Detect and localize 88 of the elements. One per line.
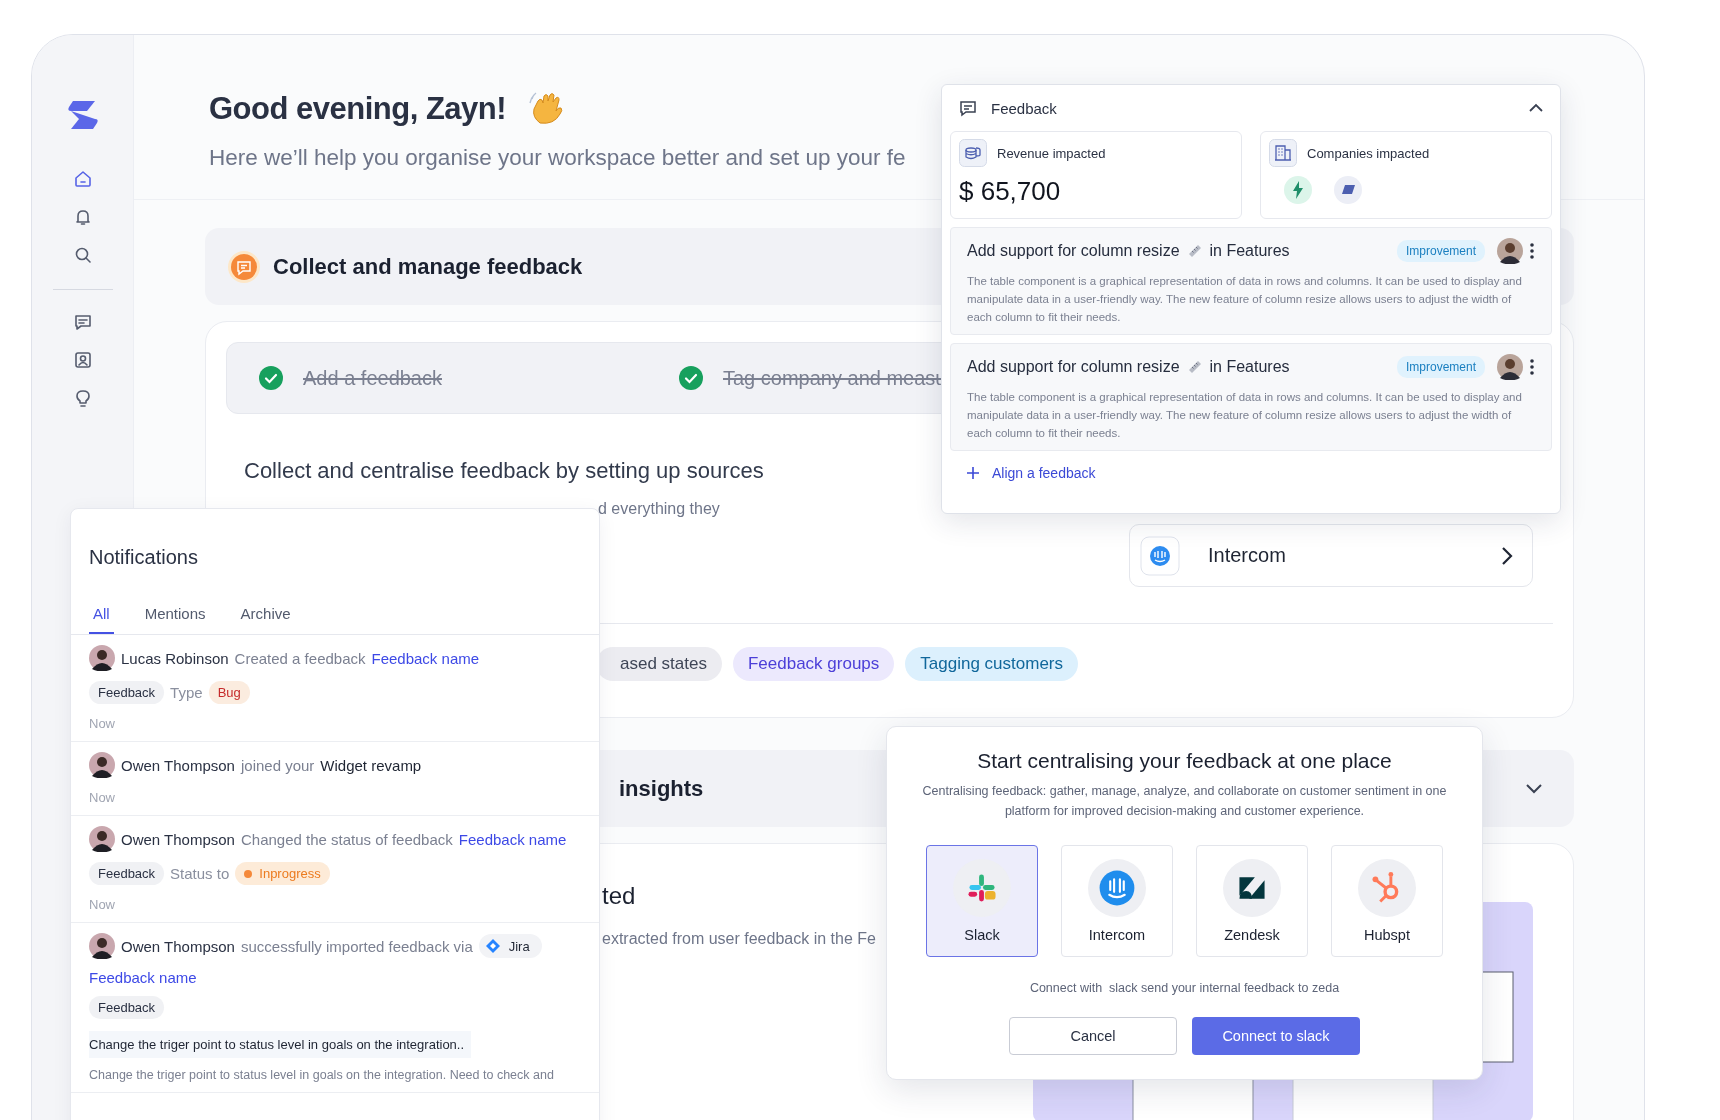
avatar-icon <box>1497 238 1523 264</box>
feedback-icon <box>227 249 261 284</box>
chevron-down-icon[interactable] <box>1524 782 1544 795</box>
tag: Feedback <box>89 681 165 704</box>
project-name: Widget revamp <box>320 756 422 774</box>
stat-label: Companies impacted <box>1307 145 1430 161</box>
topic-chip[interactable]: Feedback groups <box>732 647 895 681</box>
tag-caption: Status to <box>170 865 230 882</box>
notification-body: Change the triger point to status level in goals on the integration. Need to check and <box>89 1068 554 1082</box>
avatar-icon <box>89 752 115 778</box>
tag: Improvement <box>1396 356 1485 378</box>
feedback-link[interactable]: Feedback name <box>89 969 197 986</box>
add-feedback-button[interactable]: Align a feedback <box>966 465 1096 481</box>
notification-action: joined your <box>240 756 315 774</box>
feedback-link[interactable]: Feedback name <box>458 830 567 848</box>
sources-heading: Collect and centralise feedback by setting up sources <box>244 458 764 484</box>
message-icon <box>959 99 977 117</box>
feedback-description: The table component is a graphical representation of data in rows and columns. It can be used to display and manipulate data in a user-friendly way. The new feature of column resize allows users to adjust the width of each column to fit their needs. <box>967 390 1523 441</box>
timestamp: Now <box>89 897 115 912</box>
section-title: ted <box>602 882 637 910</box>
user-name: Owen Thompson <box>121 830 235 848</box>
diamond-icon <box>484 938 501 954</box>
notification-summary: Change the triger point to status level in goals on the integration.. <box>89 1031 471 1058</box>
feedback-category: in Features <box>1209 242 1290 260</box>
greeting-subtitle: Here we’ll help you organise your workspace better and set up your fe <box>209 145 906 171</box>
status-tag: Inprogress <box>235 862 330 885</box>
building-icon <box>1269 139 1297 167</box>
chevron-up-icon[interactable] <box>1528 103 1544 113</box>
avatar-icon <box>89 933 115 959</box>
connect-button[interactable]: Connect to slack <box>1192 1017 1360 1055</box>
integration-option[interactable]: Zendesk <box>1196 845 1308 957</box>
tab[interactable]: Mentions <box>140 597 210 634</box>
user-name: Lucas Robinson <box>121 649 229 667</box>
panel-title: Notifications <box>88 545 199 569</box>
tag-caption: Type <box>170 684 203 701</box>
feedback-link[interactable]: Feedback name <box>371 649 480 667</box>
integration-option[interactable]: Hubspt <box>1331 845 1443 957</box>
sources-description: d everything they <box>598 500 721 518</box>
dialog-title: Start centralising your feedback at one place <box>977 749 1392 773</box>
stat-label: Revenue impacted <box>997 145 1106 161</box>
more-icon[interactable] <box>1529 242 1535 260</box>
intercom-icon <box>1140 535 1180 576</box>
notification-action: Changed the status of feedback <box>240 830 453 848</box>
hubspot-logo-icon <box>1358 859 1416 917</box>
tag: Improvement <box>1396 240 1485 262</box>
feedback-title: Add support for column resize <box>967 358 1180 376</box>
chevron-right-icon <box>1500 545 1514 566</box>
timestamp: Now <box>89 716 115 731</box>
integration-option[interactable]: Slack <box>926 845 1038 957</box>
feedback-category: in Features <box>1209 358 1290 376</box>
stat-value: $ 65,700 <box>959 176 1062 207</box>
tag: Bug <box>208 681 250 704</box>
section-title: insights <box>619 775 704 802</box>
plus-icon <box>966 466 980 480</box>
panel-title: Feedback <box>991 99 1058 117</box>
coins-icon <box>959 139 987 167</box>
feedback-title: Add support for column resize <box>967 242 1180 260</box>
zendesk-logo-icon <box>1223 859 1281 917</box>
cancel-button[interactable]: Cancel <box>1009 1017 1177 1055</box>
status-dot-icon <box>244 869 253 878</box>
dialog-description: Centralising feedback: gather, manage, analyze, and collaborate on customer sentiment in one platform for improved decision-making and customer experience. <box>921 783 1448 820</box>
avatar-icon <box>1497 354 1523 380</box>
greeting-title: Good evening, Zayn! <box>209 91 507 127</box>
tag: Feedback <box>89 996 165 1019</box>
integration-option[interactable]: Intercom <box>1061 845 1173 957</box>
user-name: Owen Thompson <box>121 756 235 774</box>
source-name: Jira <box>508 938 530 954</box>
dialog-hint: Connect with slack send your internal feedback to zeda <box>1029 981 1340 995</box>
notification-action: successfully imported feedback via <box>240 937 473 955</box>
section-title: Collect and manage feedback <box>273 253 583 280</box>
timestamp: Now <box>89 790 115 805</box>
section-description: extracted from user feedback in the Fe <box>602 930 876 948</box>
step-label: Add a feedback <box>303 366 442 390</box>
bolt-logo-icon <box>1284 176 1312 204</box>
more-icon[interactable] <box>1529 358 1535 376</box>
feedback-description: The table component is a graphical representation of data in rows and columns. It can be used to display and manipulate data in a user-friendly way. The new feature of column resize allows users to adjust the width of each column to fit their needs. <box>967 274 1523 325</box>
tab[interactable]: Archive <box>236 597 295 634</box>
notification-action: Created a feedback <box>234 649 366 667</box>
slack-logo-icon <box>953 859 1011 917</box>
intercom-logo-icon <box>1088 859 1146 917</box>
avatar-icon <box>89 826 115 852</box>
topic-chip[interactable]: Tagging customers <box>905 647 1078 681</box>
avatar-icon <box>89 645 115 671</box>
company-logo-icon <box>1334 176 1362 204</box>
tag: Feedback <box>89 862 165 885</box>
tab[interactable]: All <box>89 597 114 634</box>
user-name: Owen Thompson <box>121 937 235 955</box>
source-card[interactable]: Intercom <box>1129 524 1533 587</box>
